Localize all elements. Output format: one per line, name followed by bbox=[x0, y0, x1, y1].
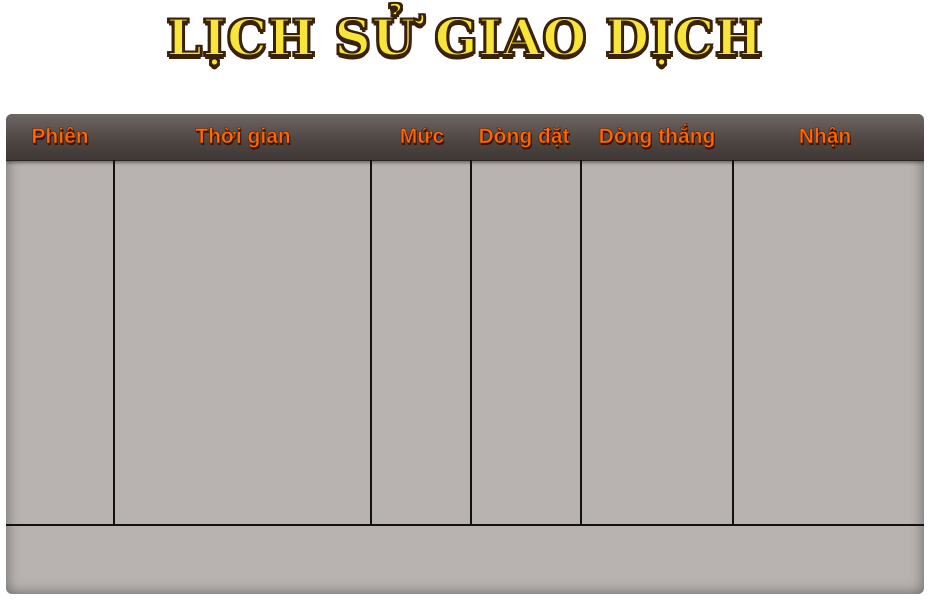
column-divider bbox=[470, 160, 472, 525]
column-divider bbox=[113, 160, 115, 525]
column-header-time: Thời gian bbox=[195, 125, 291, 149]
transaction-history-table: Phiên Thời gian Mức Dòng đặt Dòng thắng … bbox=[6, 114, 924, 594]
table-body bbox=[6, 160, 924, 525]
column-divider bbox=[580, 160, 582, 525]
column-header-session: Phiên bbox=[31, 125, 89, 149]
column-header-receive: Nhận bbox=[798, 125, 852, 149]
column-divider bbox=[370, 160, 372, 525]
column-header-bet-line: Dòng đặt bbox=[478, 125, 570, 149]
page-title: LỊCH SỬ GIAO DỊCH bbox=[166, 7, 764, 68]
column-header-level: Mức bbox=[399, 125, 445, 149]
column-divider bbox=[732, 160, 734, 525]
table-header: Phiên Thời gian Mức Dòng đặt Dòng thắng … bbox=[6, 114, 924, 161]
table-footer bbox=[6, 526, 924, 594]
column-header-win-line: Dòng thắng bbox=[598, 125, 716, 149]
